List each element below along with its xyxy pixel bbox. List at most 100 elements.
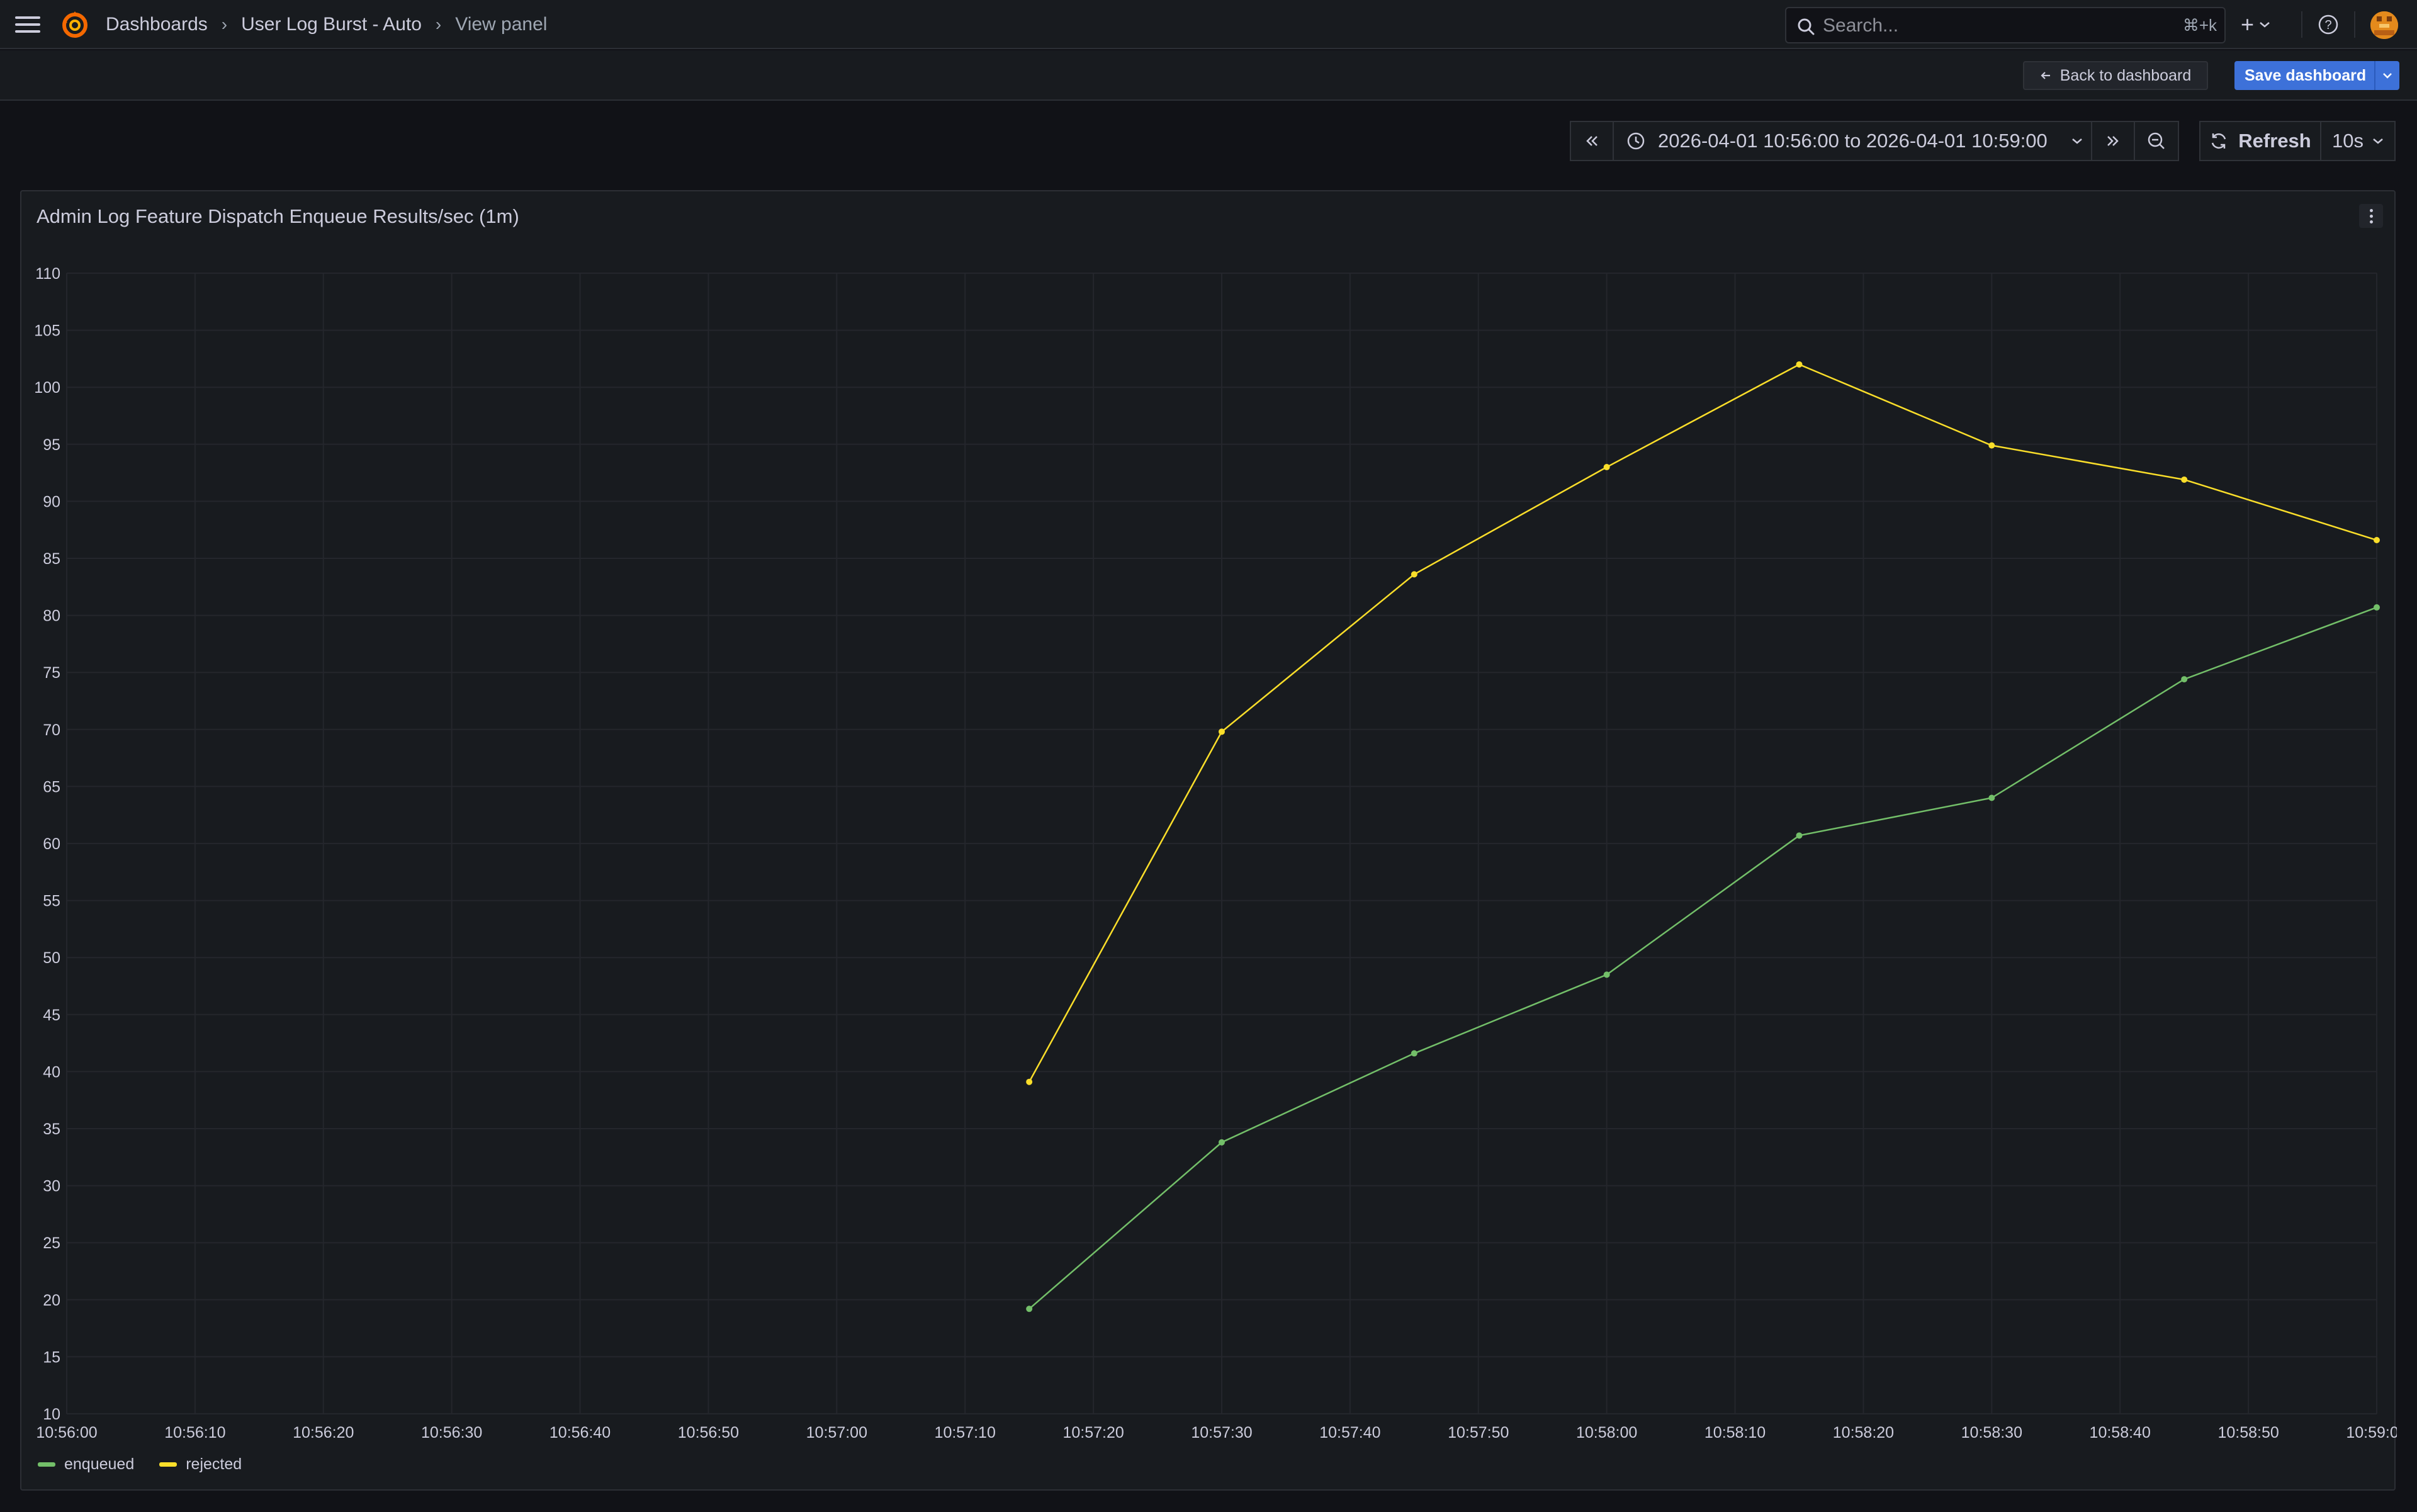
refresh-icon <box>2212 133 2226 149</box>
y-tick-label: 70 <box>43 721 60 739</box>
time-shift-forward-button[interactable] <box>2092 121 2135 161</box>
x-tick-label: 10:57:30 <box>1191 1424 1252 1441</box>
data-point-enqueued <box>1988 794 1995 801</box>
data-point-rejected <box>1411 571 1417 578</box>
data-point-enqueued <box>2181 676 2188 683</box>
x-tick-label: 10:56:00 <box>36 1424 97 1441</box>
arrow-left-icon <box>2041 72 2050 79</box>
legend-item-enqueued[interactable]: enqueued <box>38 1455 134 1474</box>
clock-icon <box>1627 132 1645 150</box>
search-box[interactable]: ⌘+k <box>1785 7 2226 43</box>
refresh-button[interactable]: Refresh <box>2199 121 2321 161</box>
series-line-rejected <box>1028 363 2377 1083</box>
new-menu-button[interactable]: + <box>2241 11 2270 37</box>
divider <box>2301 11 2302 38</box>
time-shift-back-button[interactable] <box>1570 121 1614 161</box>
time-range-controls: 2026-04-01 10:56:00 to 2026-04-01 10:59:… <box>1570 121 2179 161</box>
data-point-enqueued <box>1603 971 1610 978</box>
x-tick-label: 10:56:10 <box>164 1424 225 1441</box>
y-tick-label: 10 <box>43 1406 60 1423</box>
zoom-out-button[interactable] <box>2135 121 2179 161</box>
y-tick-label: 60 <box>43 835 60 853</box>
x-tick-label: 10:58:50 <box>2217 1424 2279 1441</box>
chart-legend: enqueued rejected <box>38 1455 242 1474</box>
chevron-right-icon: › <box>221 14 228 34</box>
x-tick-label: 10:57:10 <box>935 1424 996 1441</box>
data-point-rejected <box>1603 464 1610 471</box>
dashboard-toolbar: Back to dashboard Save dashboard <box>0 50 2417 101</box>
data-point-enqueued <box>1026 1306 1033 1312</box>
breadcrumb-dashboard[interactable]: User Log Burst - Auto <box>241 14 422 35</box>
data-point-enqueued <box>1219 1139 1225 1146</box>
refresh-interval-label: 10s <box>2332 130 2363 152</box>
x-tick-label: 10:56:40 <box>549 1424 611 1441</box>
y-tick-label: 75 <box>43 664 60 682</box>
save-dashboard-button[interactable]: Save dashboard <box>2234 61 2399 90</box>
y-tick-label: 25 <box>43 1234 60 1252</box>
legend-swatch <box>159 1462 177 1467</box>
chevron-down-icon <box>2071 138 2082 144</box>
breadcrumb: Dashboards › User Log Burst - Auto › Vie… <box>106 0 547 49</box>
time-range-picker[interactable]: 2026-04-01 10:56:00 to 2026-04-01 10:59:… <box>1614 121 2092 161</box>
chevron-down-icon <box>2373 138 2383 144</box>
x-tick-label: 10:58:20 <box>1833 1424 1894 1441</box>
search-input[interactable] <box>1823 13 2150 38</box>
breadcrumb-dashboards[interactable]: Dashboards <box>106 14 208 35</box>
chevron-right-icon: › <box>435 14 442 34</box>
x-tick-label: 10:59:00 <box>2346 1424 2397 1441</box>
legend-label: enqueued <box>64 1455 135 1473</box>
y-tick-label: 90 <box>43 493 60 511</box>
y-tick-label: 45 <box>43 1007 60 1024</box>
x-tick-label: 10:56:20 <box>293 1424 354 1441</box>
data-point-rejected <box>1026 1078 1033 1085</box>
x-tick-label: 10:58:40 <box>2090 1424 2151 1441</box>
legend-item-rejected[interactable]: rejected <box>159 1455 242 1474</box>
data-point-enqueued <box>1411 1050 1417 1057</box>
y-tick-label: 80 <box>43 607 60 625</box>
y-tick-label: 85 <box>43 550 60 568</box>
refresh-controls: Refresh 10s <box>2199 121 2396 161</box>
refresh-interval-picker[interactable]: 10s <box>2321 121 2396 161</box>
chevrons-left-icon <box>1586 136 1597 146</box>
y-tick-label: 110 <box>35 265 60 283</box>
y-tick-label: 65 <box>43 778 60 796</box>
y-tick-label: 30 <box>43 1178 60 1195</box>
x-tick-label: 10:56:50 <box>678 1424 739 1441</box>
x-tick-label: 10:58:30 <box>1961 1424 2022 1441</box>
y-tick-label: 95 <box>43 436 60 454</box>
data-point-enqueued <box>1796 832 1803 839</box>
save-options-button[interactable] <box>2374 61 2399 90</box>
save-dashboard-label: Save dashboard <box>2245 66 2367 84</box>
x-tick-label: 10:57:50 <box>1448 1424 1509 1441</box>
data-point-rejected <box>2374 537 2380 544</box>
panel: Admin Log Feature Dispatch Enqueue Resul… <box>20 190 2397 1492</box>
x-tick-label: 10:58:00 <box>1576 1424 1637 1441</box>
x-tick-label: 10:58:10 <box>1704 1424 1766 1441</box>
y-tick-label: 50 <box>43 949 60 967</box>
grafana-logo-icon[interactable] <box>59 9 91 40</box>
time-series-chart[interactable]: 10 15 20 25 30 35 40 45 50 55 60 65 70 75 80 85 90 95 100 1… <box>21 191 2397 1492</box>
data-point-rejected <box>1988 442 1995 449</box>
y-tick-label: 20 <box>43 1292 60 1309</box>
x-tick-label: 10:56:30 <box>421 1424 482 1441</box>
data-point-rejected <box>1219 728 1225 735</box>
y-tick-label: 100 <box>34 379 60 397</box>
y-tick-label: 55 <box>43 893 60 910</box>
back-to-dashboard-button[interactable]: Back to dashboard <box>2023 61 2208 90</box>
legend-swatch <box>38 1462 55 1467</box>
data-point-rejected <box>1796 361 1803 368</box>
chevron-down-icon <box>2383 73 2392 79</box>
x-tick-label: 10:57:00 <box>806 1424 867 1441</box>
data-point-rejected <box>2181 476 2188 483</box>
y-tick-label: 40 <box>43 1063 60 1081</box>
plus-icon: + <box>2241 11 2255 37</box>
menu-icon[interactable] <box>13 11 43 38</box>
avatar[interactable] <box>2370 11 2398 39</box>
time-range-label: 2026-04-01 10:56:00 to 2026-04-01 10:59:… <box>1658 130 2048 152</box>
x-tick-label: 10:57:20 <box>1062 1424 1124 1441</box>
chevron-down-icon <box>2260 22 2270 28</box>
data-point-enqueued <box>2374 604 2380 611</box>
refresh-label: Refresh <box>2238 130 2311 152</box>
help-icon[interactable]: ? <box>2318 14 2339 35</box>
y-tick-label: 105 <box>34 322 60 340</box>
